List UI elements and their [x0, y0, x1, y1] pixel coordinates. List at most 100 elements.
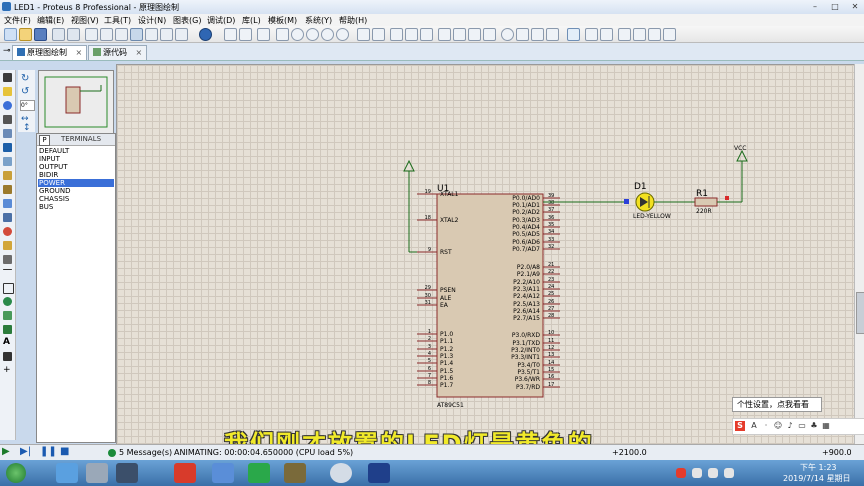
step-icon[interactable]: ▶|	[20, 446, 31, 457]
play-icon[interactable]: ▶	[2, 446, 10, 457]
airplane-app-icon[interactable]	[212, 463, 234, 483]
tray-icon[interactable]	[692, 468, 702, 478]
maximize-icon[interactable]: □	[826, 1, 844, 12]
pick-device-icon[interactable]	[501, 28, 514, 41]
zoom-out-icon[interactable]	[306, 28, 319, 41]
sogou-ime-icon[interactable]: S	[735, 421, 745, 431]
bom-icon[interactable]	[175, 28, 188, 41]
video-app-icon[interactable]	[284, 463, 306, 483]
rotate-ccw-icon[interactable]: ↺	[21, 86, 29, 97]
stop-icon[interactable]: ■	[60, 446, 69, 457]
text-tool-icon[interactable]: A	[3, 338, 12, 347]
pin-icon[interactable]: ⊸	[3, 46, 11, 56]
block-move-icon[interactable]	[453, 28, 466, 41]
rotate-cw-icon[interactable]: ↻	[21, 73, 29, 84]
resistor-r1[interactable]: R1 220R	[694, 189, 718, 215]
gerber-icon[interactable]	[145, 28, 158, 41]
pcb-icon[interactable]	[115, 28, 128, 41]
design-explorer-icon[interactable]	[160, 28, 173, 41]
volume-icon[interactable]	[724, 468, 734, 478]
wire-label-mode-icon[interactable]	[3, 115, 12, 124]
pause-icon[interactable]: ❚❚	[40, 446, 57, 457]
terminal-item-input[interactable]: INPUT	[38, 155, 114, 163]
netlist-to-pcb-icon[interactable]	[663, 28, 676, 41]
menu-template[interactable]: 模板(M)	[268, 15, 297, 26]
menu-edit[interactable]: 编辑(E)	[37, 15, 64, 26]
symbol-tool-icon[interactable]	[3, 352, 12, 361]
arc-tool-icon[interactable]	[3, 311, 12, 320]
paste-icon[interactable]	[420, 28, 433, 41]
clock-date[interactable]: 2019/7/14 星期日	[783, 473, 851, 484]
bill-of-materials-icon[interactable]	[648, 28, 661, 41]
ime-tooltip[interactable]: 个性设置，点我看看	[732, 397, 822, 412]
minimize-icon[interactable]: –	[806, 1, 824, 12]
menu-design[interactable]: 设计(N)	[138, 15, 166, 26]
terminal-item-power[interactable]: POWER	[38, 179, 114, 187]
terminal-item-bidir[interactable]: BIDIR	[38, 171, 114, 179]
bus-mode-icon[interactable]	[3, 143, 12, 152]
zoom-area-icon[interactable]	[336, 28, 349, 41]
menu-graph[interactable]: 图表(G)	[173, 15, 201, 26]
led-d1[interactable]: D1 LED-YELLOW	[633, 182, 671, 220]
junction-mode-icon[interactable]	[3, 101, 12, 110]
keil-taskbar-icon[interactable]	[368, 463, 390, 483]
block-rotate-icon[interactable]	[468, 28, 481, 41]
netlist-icon[interactable]	[618, 28, 631, 41]
network-icon[interactable]	[708, 468, 718, 478]
vertical-scrollbar[interactable]	[854, 64, 864, 444]
decompose-icon[interactable]	[546, 28, 559, 41]
graph-mode-icon[interactable]	[3, 199, 12, 208]
tab-close-icon[interactable]: ×	[136, 48, 143, 57]
ime-lang-icon[interactable]: A	[749, 421, 759, 431]
grid-icon[interactable]	[239, 28, 252, 41]
terminal-item-output[interactable]: OUTPUT	[38, 163, 114, 171]
menu-system[interactable]: 系统(Y)	[305, 15, 332, 26]
terminal-item-chassis[interactable]: CHASSIS	[38, 195, 114, 203]
schematic-icon[interactable]	[100, 28, 113, 41]
ime-emoji-icon[interactable]: ☺	[773, 421, 783, 431]
tab-source-code[interactable]: 源代码 ×	[88, 45, 148, 60]
menu-debug[interactable]: 调试(D)	[207, 15, 235, 26]
search-tag-icon[interactable]	[585, 28, 598, 41]
new-file-icon[interactable]	[4, 28, 17, 41]
export-icon[interactable]	[67, 28, 80, 41]
help-icon[interactable]	[199, 28, 212, 41]
media-player-icon[interactable]	[248, 463, 270, 483]
youdao-icon[interactable]	[174, 463, 196, 483]
subcircuit-mode-icon[interactable]	[3, 157, 12, 166]
ime-voice-icon[interactable]: ♪	[785, 421, 795, 431]
tab-schematic[interactable]: 原理图绘制 ×	[12, 45, 88, 60]
pan-icon[interactable]	[276, 28, 289, 41]
3d-icon[interactable]	[130, 28, 143, 41]
ime-skin-icon[interactable]: ♣	[809, 421, 819, 431]
terminals-mode-button[interactable]: P	[39, 135, 50, 146]
line-tool-icon[interactable]	[3, 269, 12, 270]
box-tool-icon[interactable]	[3, 283, 14, 294]
save-icon[interactable]	[34, 28, 47, 41]
ime-punct-icon[interactable]: ·	[761, 421, 771, 431]
close-icon[interactable]: ✕	[846, 1, 864, 12]
package-tool-icon[interactable]	[531, 28, 544, 41]
cut-icon[interactable]	[390, 28, 403, 41]
virtual-instruments-icon[interactable]	[3, 255, 12, 264]
erc-icon[interactable]	[633, 28, 646, 41]
tape-recorder-icon[interactable]	[3, 213, 12, 222]
menu-file[interactable]: 文件(F)	[4, 15, 31, 26]
open-file-icon[interactable]	[19, 28, 32, 41]
terminal-item-default[interactable]: DEFAULT	[38, 147, 114, 155]
home-icon[interactable]	[85, 28, 98, 41]
text-script-mode-icon[interactable]	[3, 129, 12, 138]
block-copy-icon[interactable]	[438, 28, 451, 41]
mirror-y-icon[interactable]: ↕	[23, 123, 31, 133]
ime-keyboard-icon[interactable]: ▭	[797, 421, 807, 431]
import-icon[interactable]	[52, 28, 65, 41]
redo-icon[interactable]	[372, 28, 385, 41]
tab-close-icon[interactable]: ×	[76, 48, 83, 57]
wire-autorouter-icon[interactable]	[567, 28, 580, 41]
proteus-taskbar-icon[interactable]	[330, 463, 352, 483]
make-device-icon[interactable]	[516, 28, 529, 41]
component-mode-icon[interactable]	[3, 87, 12, 96]
zoom-all-icon[interactable]	[321, 28, 334, 41]
menu-help[interactable]: 帮助(H)	[339, 15, 367, 26]
scroll-thumb[interactable]	[856, 292, 864, 334]
